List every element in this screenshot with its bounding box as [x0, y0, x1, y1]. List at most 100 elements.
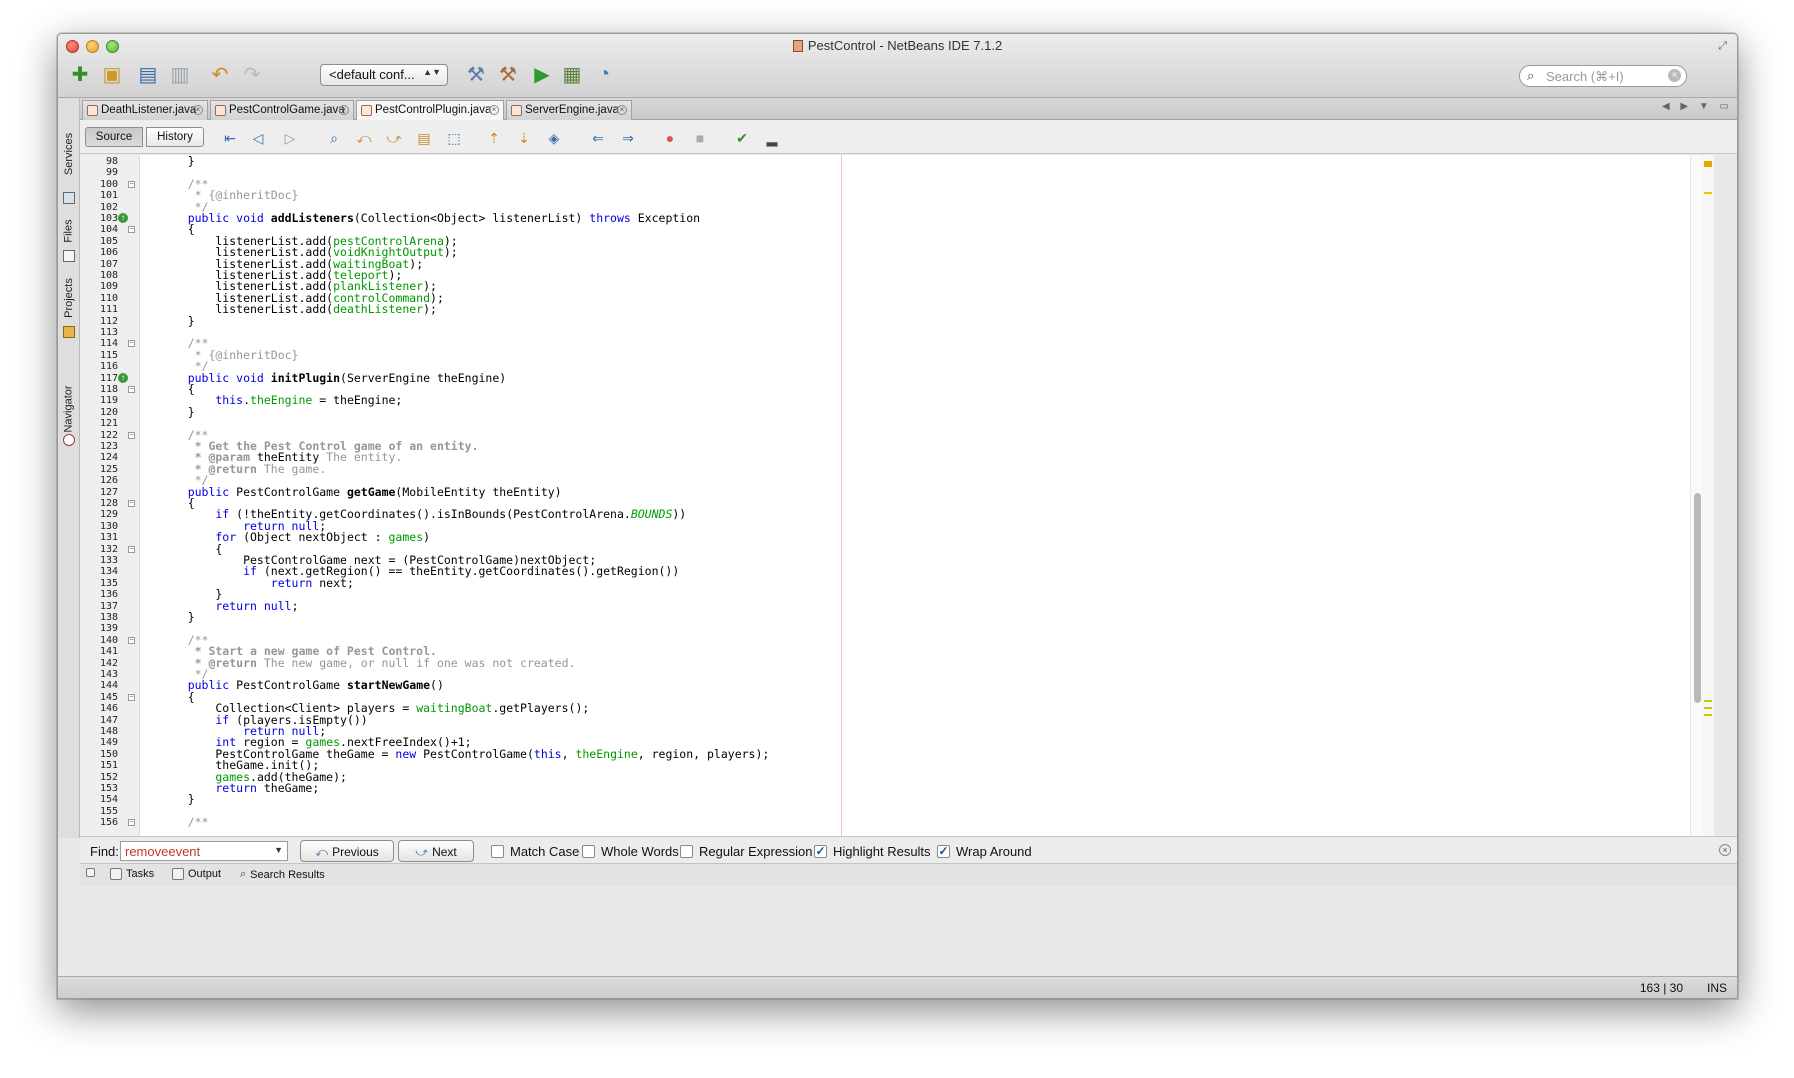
tasks-tab[interactable]: Tasks: [110, 868, 154, 880]
code-line[interactable]: this.theEngine = theEngine;: [160, 394, 402, 407]
forward-icon[interactable]: ▷: [280, 128, 300, 148]
code-line[interactable]: listenerList.add(deathListener);: [160, 303, 437, 316]
tab-serverengine[interactable]: ServerEngine.java ×: [506, 100, 632, 120]
find-next-button[interactable]: ⤻ Next: [398, 840, 474, 862]
start-macro-icon[interactable]: ●: [660, 128, 680, 148]
build-icon[interactable]: ⚒: [462, 60, 490, 88]
code-line[interactable]: }: [160, 314, 195, 328]
code-line[interactable]: * @return The new game, or null if one w…: [160, 656, 576, 670]
find-previous-button[interactable]: ⤺ Previous: [300, 840, 394, 862]
code-editor[interactable]: 98 99 100−101 102 103 ↑ 104−105 106 107 108 109 110…: [80, 155, 1714, 836]
fold-toggle-icon[interactable]: −: [128, 340, 135, 348]
fold-toggle-icon[interactable]: −: [128, 636, 135, 644]
undo-icon[interactable]: ↶: [206, 60, 234, 88]
tab-pestcontrolplugin[interactable]: PestControlPlugin.java ×: [356, 100, 504, 121]
ide-search-input[interactable]: ⌕ Search (⌘+I) ×: [1519, 65, 1687, 87]
code-line[interactable]: public PestControlGame getGame(MobileEnt…: [160, 485, 562, 499]
checkbox[interactable]: ✓: [814, 845, 827, 858]
checkbox[interactable]: [680, 845, 693, 858]
occurrence-marker[interactable]: [1704, 714, 1712, 716]
find-selection-icon[interactable]: ⌕: [324, 128, 344, 148]
find-previous-icon[interactable]: ⤺: [354, 128, 374, 148]
code-line[interactable]: }: [160, 155, 195, 168]
close-find-bar-icon[interactable]: ×: [1719, 844, 1731, 856]
fold-toggle-icon[interactable]: −: [128, 693, 135, 701]
output-tab[interactable]: Output: [172, 868, 221, 880]
toggle-rectangular-selection-icon[interactable]: ⬚: [444, 128, 464, 148]
shift-right-icon[interactable]: ⇒: [618, 128, 638, 148]
close-tab-icon[interactable]: ×: [193, 105, 203, 115]
tab-pestcontrolgame[interactable]: PestControlGame.java ×: [210, 100, 354, 120]
code-line[interactable]: public PestControlGame startNewGame(): [160, 679, 444, 692]
new-project-icon[interactable]: ▣: [98, 60, 126, 88]
clean-build-icon[interactable]: ⚒: [494, 60, 522, 88]
code-line[interactable]: }: [160, 404, 195, 419]
chevron-down-icon[interactable]: ▼: [274, 845, 283, 855]
find-next-icon[interactable]: ⤻: [384, 128, 404, 148]
checkbox[interactable]: ✓: [937, 845, 950, 858]
next-bookmark-icon[interactable]: ⇣: [514, 128, 534, 148]
tab-deathlistener[interactable]: DeathListener.java ×: [82, 100, 208, 120]
occurrence-marker[interactable]: [1704, 700, 1712, 702]
last-edit-icon[interactable]: ⇤: [220, 128, 240, 148]
whole-words-checkbox[interactable]: Whole Words: [582, 844, 679, 859]
close-tab-icon[interactable]: ×: [489, 105, 499, 115]
configuration-select[interactable]: <default conf... ▲▼: [320, 64, 448, 86]
find-input[interactable]: removeevent ▼: [120, 841, 288, 861]
toggle-highlight-icon[interactable]: ▤: [414, 128, 434, 148]
stop-macro-icon[interactable]: ■: [690, 128, 710, 148]
side-tab-files[interactable]: Files: [58, 208, 80, 254]
profile-icon[interactable]: ◔: [590, 60, 618, 88]
warning-marker[interactable]: [1704, 161, 1712, 167]
shift-left-icon[interactable]: ⇐: [588, 128, 608, 148]
check-java-icon[interactable]: ✔: [732, 128, 752, 148]
vertical-scrollbar[interactable]: [1690, 155, 1702, 836]
override-icon[interactable]: ↑: [118, 213, 128, 223]
fold-toggle-icon[interactable]: −: [128, 386, 135, 393]
diff-icon[interactable]: ▂: [762, 128, 782, 148]
open-project-icon[interactable]: ▤: [134, 60, 162, 88]
toggle-bookmark-icon[interactable]: ◈: [544, 128, 564, 148]
history-view-button[interactable]: History: [146, 127, 204, 147]
new-file-icon[interactable]: ✚: [66, 60, 94, 88]
save-all-icon[interactable]: ▥: [166, 60, 194, 88]
run-icon[interactable]: ▶: [528, 60, 556, 88]
source-view-button[interactable]: Source: [85, 127, 143, 147]
code-line[interactable]: public void addListeners(Collection<Obje…: [160, 212, 700, 225]
close-tab-icon[interactable]: ×: [617, 105, 627, 115]
fold-toggle-icon[interactable]: −: [128, 180, 135, 188]
fold-toggle-icon[interactable]: −: [128, 226, 135, 234]
code-line[interactable]: public void initPlugin(ServerEngine theE…: [160, 371, 507, 385]
debug-icon[interactable]: ▦: [558, 60, 586, 88]
checkbox[interactable]: [491, 845, 504, 858]
regular-expression-checkbox[interactable]: Regular Expression: [680, 844, 812, 859]
redo-icon[interactable]: ↷: [238, 60, 266, 88]
fold-toggle-icon[interactable]: −: [128, 431, 135, 439]
checkbox[interactable]: [582, 845, 595, 858]
close-tab-icon[interactable]: ×: [339, 105, 349, 115]
back-icon[interactable]: ◁: [248, 128, 268, 148]
match-case-checkbox[interactable]: Match Case: [491, 844, 579, 859]
fullscreen-icon[interactable]: ⤢: [1718, 40, 1727, 53]
fold-toggle-icon[interactable]: −: [128, 500, 135, 507]
code-line[interactable]: /**: [160, 816, 209, 829]
wrap-around-checkbox[interactable]: ✓ Wrap Around: [937, 844, 1032, 859]
code-line[interactable]: }: [160, 611, 195, 624]
side-tab-projects[interactable]: Projects: [58, 266, 80, 330]
fold-toggle-icon[interactable]: −: [128, 545, 135, 553]
code-token: }: [160, 404, 195, 419]
search-results-tab[interactable]: ⌕ Search Results: [240, 868, 325, 881]
fold-toggle-icon[interactable]: −: [128, 819, 135, 827]
minimized-windows-icon[interactable]: [86, 868, 99, 877]
occurrence-marker[interactable]: [1704, 707, 1712, 709]
tab-scroll-controls[interactable]: ◀ ▶ ▼ ▭: [1662, 101, 1733, 112]
code-line[interactable]: }: [160, 793, 195, 806]
occurrence-marker[interactable]: [1704, 192, 1712, 194]
clear-search-icon[interactable]: ×: [1668, 69, 1681, 82]
override-icon[interactable]: ↑: [118, 372, 128, 383]
highlight-results-checkbox[interactable]: ✓ Highlight Results: [814, 844, 931, 859]
previous-bookmark-icon[interactable]: ⇡: [484, 128, 504, 148]
scroll-thumb[interactable]: [1694, 493, 1701, 703]
error-stripe[interactable]: [1702, 155, 1714, 836]
side-tab-services[interactable]: Services: [58, 122, 80, 186]
